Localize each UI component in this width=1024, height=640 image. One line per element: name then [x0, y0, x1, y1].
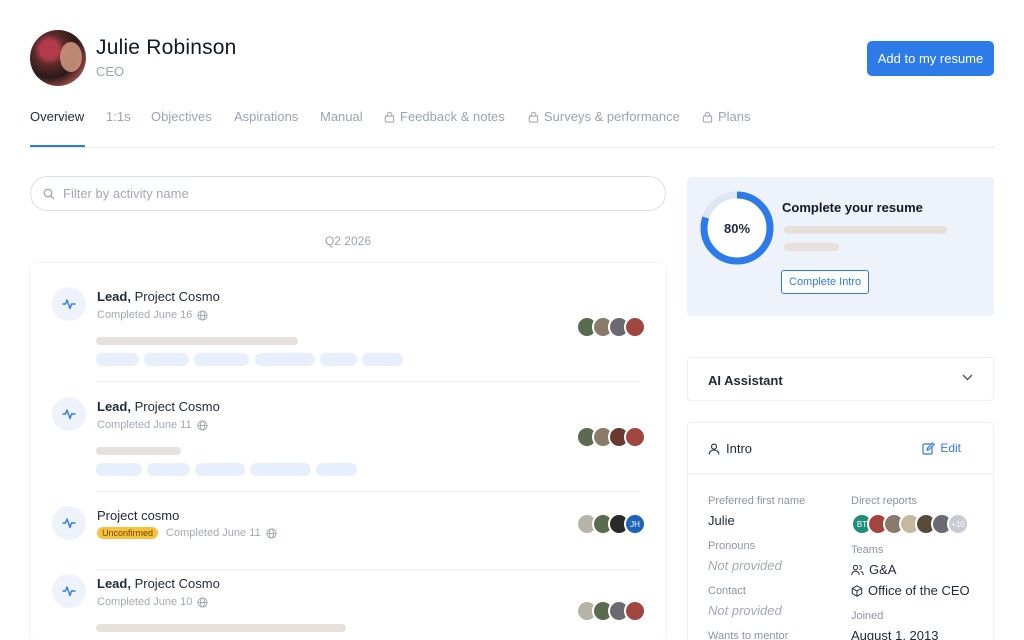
ai-assistant-title: AI Assistant	[708, 373, 783, 388]
lock-icon	[384, 111, 395, 123]
activity-status: Completed June 11	[97, 419, 208, 431]
skeleton-tag	[250, 463, 311, 476]
user-icon	[708, 442, 720, 455]
profile-avatar	[30, 30, 86, 86]
avatar	[624, 316, 646, 338]
edit-icon	[922, 441, 936, 455]
participant-avatars[interactable]	[576, 600, 646, 622]
avatar: JH	[624, 513, 646, 535]
profile-name: Julie Robinson	[96, 36, 237, 59]
complete-resume-card: 80% Complete your resume Complete Intro	[687, 177, 994, 316]
ai-assistant-panel[interactable]: AI Assistant	[687, 357, 994, 401]
lock-icon	[528, 111, 539, 123]
active-tab-indicator	[30, 145, 85, 147]
skeleton-tag	[147, 463, 190, 476]
more-reports-count: +10	[947, 513, 969, 535]
activity-pulse-icon	[52, 574, 86, 608]
search-icon	[43, 188, 55, 199]
skeleton-line	[784, 243, 839, 251]
preferred-name-label: Preferred first name	[708, 495, 806, 507]
quarter-label: Q2 2026	[324, 234, 372, 248]
avatar	[624, 426, 646, 448]
list-item[interactable]: Lead, Project Cosmo Completed June 11	[30, 381, 666, 492]
globe-icon	[266, 527, 277, 539]
activity-status: Unconfirmed Completed June 11	[97, 527, 277, 539]
skeleton-tag	[195, 463, 245, 476]
activity-pulse-icon	[52, 287, 86, 321]
contact-label: Contact	[708, 585, 746, 597]
team-item[interactable]: Office of the CEO	[851, 583, 970, 598]
participant-avatars[interactable]	[576, 426, 646, 448]
teams-label: Teams	[851, 544, 884, 556]
activity-feed: Lead, Project Cosmo Completed June 16 Le…	[30, 263, 666, 640]
pronouns-label: Pronouns	[708, 540, 756, 552]
activity-pulse-icon	[52, 397, 86, 431]
skeleton-tag	[96, 463, 142, 476]
list-item[interactable]: Lead, Project Cosmo Completed June 10	[30, 569, 666, 640]
skeleton-line	[96, 337, 298, 345]
filter-input[interactable]	[63, 186, 623, 201]
skeleton-tag	[320, 353, 357, 366]
team-item[interactable]: G&A	[851, 562, 896, 577]
skeleton-tag	[96, 353, 139, 366]
complete-intro-button[interactable]: Complete Intro	[781, 270, 870, 294]
mentor-label: Wants to mentor	[708, 630, 789, 640]
participant-avatars[interactable]	[576, 316, 646, 338]
joined-value: August 1, 2013	[851, 628, 939, 640]
tab-aspirations[interactable]: Aspirations	[234, 109, 298, 124]
edit-intro-button[interactable]: Edit	[922, 441, 961, 455]
activity-filter[interactable]	[30, 176, 666, 211]
skeleton-tag	[194, 353, 249, 366]
skeleton-line	[784, 226, 947, 234]
tab-surveys-performance[interactable]: Surveys & performance	[528, 109, 680, 124]
joined-label: Joined	[851, 610, 884, 622]
chevron-down-icon	[962, 374, 973, 381]
skeleton-tag	[316, 463, 357, 476]
lock-icon	[702, 111, 713, 123]
globe-icon	[197, 596, 209, 608]
activity-title: Lead, Project Cosmo	[97, 576, 220, 591]
activity-title: Lead, Project Cosmo	[97, 289, 220, 304]
tab-feedback-notes[interactable]: Feedback & notes	[384, 109, 505, 124]
list-item[interactable]: Project cosmo Unconfirmed Completed June…	[30, 491, 666, 570]
skeleton-line	[96, 447, 181, 455]
activity-title: Project cosmo	[97, 508, 180, 523]
intro-card: Intro Edit Preferred first name Julie Pr…	[687, 422, 994, 640]
divider	[688, 473, 993, 474]
tab-plans[interactable]: Plans	[702, 109, 751, 124]
tab-manual[interactable]: Manual	[320, 109, 363, 124]
resume-title: Complete your resume	[782, 200, 923, 215]
activity-title: Lead, Project Cosmo	[97, 399, 220, 414]
tab-one-on-ones[interactable]: 1:1s	[106, 109, 131, 124]
people-icon	[851, 564, 864, 575]
add-to-resume-button[interactable]: Add to my resume	[867, 41, 994, 76]
direct-reports-label: Direct reports	[851, 495, 918, 507]
intro-header: Intro	[708, 441, 752, 456]
skeleton-line	[96, 624, 346, 632]
globe-icon	[196, 419, 208, 431]
profile-tabs: Overview 1:1s Objectives Aspirations Man…	[30, 104, 994, 148]
tab-objectives[interactable]: Objectives	[151, 109, 212, 124]
participant-avatars[interactable]: JH	[576, 513, 646, 535]
contact-value: Not provided	[708, 603, 782, 618]
pronouns-value: Not provided	[708, 558, 782, 573]
activity-pulse-icon	[52, 506, 86, 540]
avatar	[624, 600, 646, 622]
skeleton-tag	[144, 353, 189, 366]
activity-status: Completed June 16	[97, 309, 209, 321]
tab-overview[interactable]: Overview	[30, 109, 84, 124]
list-item[interactable]: Lead, Project Cosmo Completed June 16	[30, 263, 666, 382]
profile-role: CEO	[96, 64, 125, 79]
unconfirmed-badge: Unconfirmed	[97, 527, 159, 539]
globe-icon	[197, 309, 209, 321]
activity-status: Completed June 10	[97, 596, 209, 608]
skeleton-tag	[255, 353, 315, 366]
profile-header: Julie Robinson CEO Add to my resume	[30, 30, 994, 88]
preferred-name-value: Julie	[708, 513, 735, 528]
cube-icon	[851, 584, 863, 597]
skeleton-tag	[362, 353, 403, 366]
progress-percent: 80%	[723, 220, 751, 236]
direct-reports-avatars[interactable]: BT +10	[851, 513, 969, 535]
